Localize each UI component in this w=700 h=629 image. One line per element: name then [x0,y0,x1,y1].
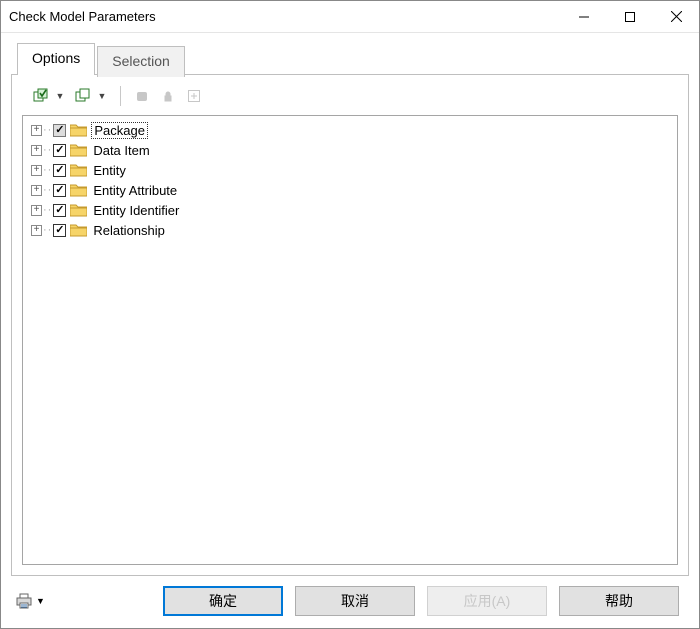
help-button[interactable]: 帮助 [559,586,679,616]
tree-connector: ·· [42,204,53,216]
tree-connector: ·· [42,124,53,136]
titlebar: Check Model Parameters [1,1,699,33]
printer-icon [15,592,33,610]
button-label: 应用(A) [464,591,511,611]
tree-item-label: Package [91,122,148,139]
output-options-button[interactable]: ▼ [15,592,45,610]
dialog-window: Check Model Parameters Options Selection [0,0,700,629]
dropdown-caret-icon: ▼ [36,596,45,606]
tree-view[interactable]: + ·· Package + ·· Data Item + ·· [22,115,678,565]
tree-connector: ·· [42,224,53,236]
tree-item[interactable]: + ·· Entity Identifier [31,200,675,220]
expand-toggle[interactable]: + [31,125,42,136]
category-icon [135,89,149,103]
expand-toggle[interactable]: + [31,185,42,196]
window-controls [561,1,699,32]
tree-item[interactable]: + ·· Entity [31,160,675,180]
folder-icon [70,223,87,237]
checkbox[interactable] [53,204,66,217]
expand-toggle[interactable]: + [31,225,42,236]
deselect-all-dropdown[interactable]: ▼ [98,91,106,101]
tree-connector: ·· [42,164,53,176]
tab-pane-options: ▼ ▼ [11,74,689,576]
folder-icon [70,123,87,137]
tree-item-label: Entity Identifier [91,203,181,218]
apply-button: 应用(A) [427,586,547,616]
dialog-footer: ▼ 确定 取消 应用(A) 帮助 [11,576,689,616]
folder-icon [70,163,87,177]
tab-strip: Options Selection [11,43,689,75]
folder-icon [70,203,87,217]
lock-icon [161,89,175,103]
select-all-dropdown[interactable]: ▼ [56,91,64,101]
folder-icon [70,183,87,197]
cancel-button[interactable]: 取消 [295,586,415,616]
select-all-button[interactable] [30,85,52,107]
window-title: Check Model Parameters [9,9,156,24]
toolbar: ▼ ▼ [22,83,678,115]
expand-toggle[interactable]: + [31,205,42,216]
deselect-all-icon [75,88,91,104]
category-button [131,85,153,107]
plus-icon [187,89,201,103]
tree-item[interactable]: + ·· Data Item [31,140,675,160]
expand-toggle[interactable]: + [31,145,42,156]
select-all-icon [33,88,49,104]
tab-selection[interactable]: Selection [97,46,185,77]
maximize-icon [625,12,635,22]
button-label: 确定 [209,591,237,611]
client-area: Options Selection ▼ [1,33,699,628]
tree-item-label: Relationship [91,223,167,238]
tab-label: Options [32,50,80,66]
checkbox[interactable] [53,124,66,137]
minimize-icon [579,12,589,22]
tab-options[interactable]: Options [17,43,95,75]
lock-button [157,85,179,107]
toolbar-separator [120,86,121,106]
add-rule-button [183,85,205,107]
tree-item[interactable]: + ·· Relationship [31,220,675,240]
tree-item-label: Data Item [91,143,151,158]
expand-toggle[interactable]: + [31,165,42,176]
checkbox[interactable] [53,184,66,197]
tree-connector: ·· [42,184,53,196]
close-button[interactable] [653,1,699,32]
tab-label: Selection [112,53,170,69]
folder-icon [70,143,87,157]
deselect-all-button[interactable] [72,85,94,107]
checkbox[interactable] [53,164,66,177]
minimize-button[interactable] [561,1,607,32]
maximize-button[interactable] [607,1,653,32]
tree-item-label: Entity [91,163,128,178]
button-label: 帮助 [605,591,633,611]
checkbox[interactable] [53,224,66,237]
tree-item[interactable]: + ·· Package [31,120,675,140]
tree-item-label: Entity Attribute [91,183,179,198]
button-label: 取消 [341,591,369,611]
tree-item[interactable]: + ·· Entity Attribute [31,180,675,200]
checkbox[interactable] [53,144,66,157]
close-icon [671,11,682,22]
tree-connector: ·· [42,144,53,156]
ok-button[interactable]: 确定 [163,586,283,616]
dialog-buttons: 确定 取消 应用(A) 帮助 [163,586,679,616]
